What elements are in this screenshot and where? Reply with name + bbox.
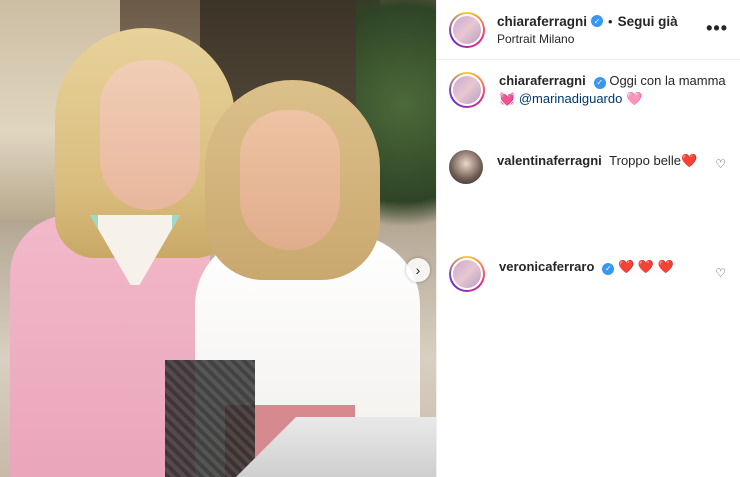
comment-text: Troppo belle	[609, 153, 681, 168]
caption-avatar[interactable]	[449, 72, 485, 108]
more-options-icon[interactable]: •••	[706, 18, 728, 39]
author-avatar[interactable]	[449, 11, 485, 48]
caption: chiaraferragni ✓ Oggi con la mamma 💓 @mar…	[449, 72, 728, 108]
post-image[interactable]: ›	[0, 0, 436, 477]
person-left-face	[100, 60, 200, 210]
verified-badge-icon: ✓	[593, 77, 606, 89]
trailing-emoji: 🩷	[625, 91, 643, 106]
carousel-next-button[interactable]: ›	[406, 258, 430, 282]
post-side-panel: chiaraferragni ✓ • Segui già Portrait Mi…	[436, 0, 740, 477]
post-header: chiaraferragni ✓ • Segui già Portrait Mi…	[437, 0, 740, 60]
heart-emoji: 💓	[499, 91, 516, 106]
like-comment-heart-icon[interactable]: ♡	[715, 157, 726, 171]
author-username[interactable]: chiaraferragni	[497, 14, 587, 29]
verified-badge-icon: ✓	[602, 263, 615, 275]
chevron-right-icon: ›	[415, 262, 421, 278]
following-button[interactable]: Segui già	[618, 14, 678, 29]
comment-item: valentinaferragni Troppo belle❤️ ♡	[449, 150, 728, 184]
heart-emoji: ❤️	[680, 153, 698, 168]
caption-username[interactable]: chiaraferragni	[499, 73, 586, 88]
caption-text: Oggi con la mamma	[609, 73, 726, 88]
chair	[165, 360, 255, 477]
comment-item: veronicaferraro ✓ ❤️ ❤️ ❤️ ♡	[449, 256, 728, 292]
location-link[interactable]: Portrait Milano	[497, 32, 678, 46]
verified-badge-icon: ✓	[591, 15, 604, 27]
commenter-username[interactable]: valentinaferragni	[497, 153, 602, 168]
commenter-avatar[interactable]	[449, 256, 485, 292]
commenter-username[interactable]: veronicaferraro	[499, 259, 594, 274]
like-comment-heart-icon[interactable]: ♡	[715, 266, 726, 280]
separator: •	[608, 13, 613, 29]
caption-mention-link[interactable]: @marinadiguardo	[519, 91, 623, 106]
commenter-avatar[interactable]	[449, 150, 483, 184]
heart-emojis: ❤️ ❤️ ❤️	[618, 259, 674, 274]
person-right-face	[240, 110, 340, 250]
